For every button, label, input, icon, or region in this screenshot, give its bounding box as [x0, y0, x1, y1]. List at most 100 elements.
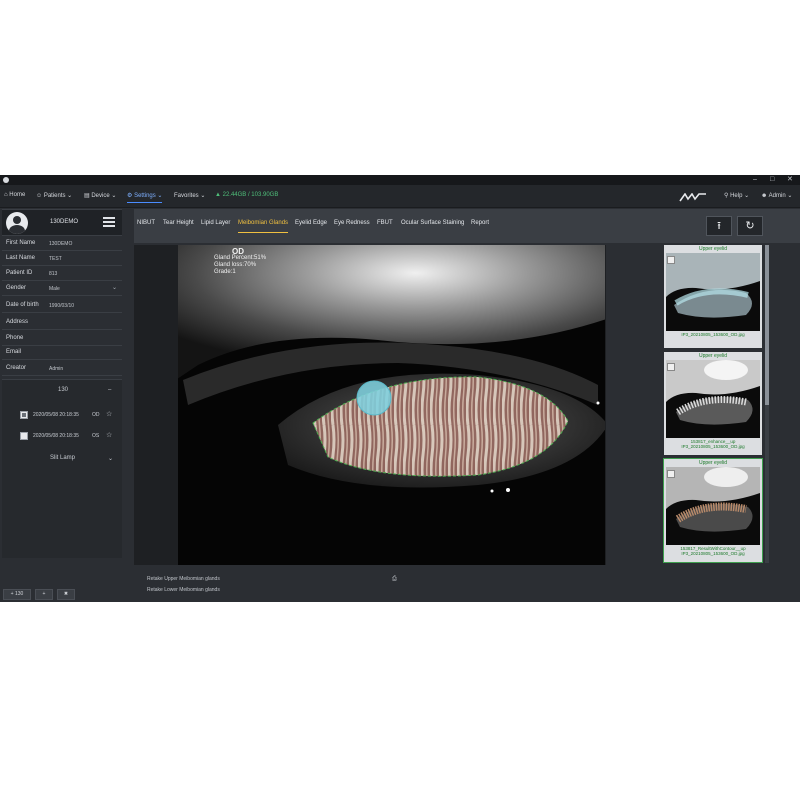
field-label: Creator [6, 365, 27, 371]
gear-icon: ⚙ [127, 193, 133, 199]
star-icon[interactable]: ☆ [106, 431, 112, 439]
exam-checkbox[interactable] [20, 411, 28, 419]
field-value[interactable]: 1990/03/10 [49, 303, 74, 309]
refresh-button[interactable]: ↻ [737, 216, 763, 236]
thumbnail-filename: IP3_20210805_153600_OD.jpg [681, 332, 745, 337]
tab-meibomian-glands[interactable]: Meibomian Glands [238, 220, 289, 233]
add-button[interactable]: + [35, 589, 53, 600]
field-label: Patient ID [6, 270, 33, 276]
thumbnail-item[interactable]: Upper eyelid 153817_enhance__up IP3_2021… [664, 352, 762, 455]
thumbnail-checkbox[interactable] [667, 470, 675, 478]
user-icon: ☻ [761, 193, 768, 199]
eye-label: OD [232, 247, 244, 256]
thumbnail-caption: Upper eyelid [698, 353, 728, 359]
hamburger-menu-icon[interactable] [103, 217, 115, 227]
menu-user[interactable]: ☻ Admin ⌄ [761, 192, 792, 199]
meibography-image[interactable]: OD Gland Percent:51% Gland loss:70% Grad… [178, 245, 605, 565]
retake-lower-link[interactable]: Retake Lower Meibomian glands [147, 587, 220, 593]
chevron-down-icon[interactable]: ⌄ [112, 284, 117, 291]
field-label: Phone [6, 335, 24, 341]
thumbnail-checkbox[interactable] [667, 256, 675, 264]
collapse-icon[interactable]: – [108, 387, 111, 393]
delete-button[interactable]: ✖ [57, 589, 75, 600]
brand-logo-icon [679, 193, 706, 202]
patient-field-date-of-birth[interactable]: Date of birth 1990/03/10 [2, 298, 122, 313]
close-button[interactable]: ✕ [787, 175, 793, 185]
minimize-button[interactable]: – [753, 175, 757, 185]
menu-help-label: Help [730, 193, 743, 199]
field-value[interactable]: TEST [49, 256, 62, 262]
tab-nibut[interactable]: NIBUT [137, 220, 155, 226]
exam-row[interactable]: 2020/05/08 20:18:35 OD ☆ [20, 411, 120, 423]
field-label: Address [6, 319, 29, 325]
maximize-button[interactable]: □ [770, 175, 774, 185]
menu-patients[interactable]: ☺ Patients ⌄ [36, 192, 72, 199]
patient-field-phone[interactable]: Phone [2, 331, 122, 346]
patient-header: 130DEMO [2, 209, 122, 236]
exam-eye: OD [92, 412, 100, 418]
gland-grade: Grade:1 [214, 269, 236, 275]
patient-field-gender[interactable]: Gender Male ⌄ [2, 281, 122, 296]
chevron-down-icon: ⌄ [200, 193, 206, 199]
exam-checkbox[interactable] [20, 432, 28, 440]
chevron-down-icon: ⌄ [744, 193, 750, 199]
menu-favorites[interactable]: Favorites ⌄ [174, 192, 205, 199]
field-value[interactable]: Male [49, 286, 60, 292]
tab-report[interactable]: Report [471, 220, 489, 226]
field-value[interactable]: 813 [49, 271, 57, 277]
print-icon[interactable]: ⎙ [392, 576, 397, 583]
thumbnail-checkbox[interactable] [667, 363, 675, 371]
exam-row[interactable]: 2020/05/08 20:18:35 OS ☆ [20, 432, 120, 444]
thumbnail-image[interactable] [666, 467, 760, 545]
menu-home[interactable]: ⌂ Home [4, 192, 25, 198]
chevron-down-icon: ⌄ [108, 456, 114, 462]
menu-settings[interactable]: ⚙ Settings ⌄ [127, 192, 163, 203]
app-logo-icon [3, 177, 9, 183]
patient-field-patient-id[interactable]: Patient ID 813 [2, 266, 122, 281]
device-icon: ▤ [84, 193, 90, 199]
menu-patients-label: Patients [43, 193, 66, 199]
storage-icon: ▲ [215, 192, 221, 198]
menu-help[interactable]: ⚲ Help ⌄ [724, 192, 749, 199]
thumbnail-list: Upper eyelid IP3_20210805_153600_OD.jpg … [663, 245, 764, 563]
tab-eyelid-edge[interactable]: Eyelid Edge [295, 220, 327, 226]
gland-loss: Gland loss:70% [214, 262, 257, 268]
exam-group-label: 130 [58, 387, 69, 393]
field-value[interactable]: 130DEMO [49, 241, 72, 247]
tab-ocular-surface-staining[interactable]: Ocular Surface Staining [401, 220, 464, 226]
image-viewer[interactable]: OD Gland Percent:51% Gland loss:70% Grad… [134, 245, 606, 565]
thumbnail-image[interactable] [666, 360, 760, 438]
people-icon: ☺ [36, 193, 43, 199]
patient-panel: 130DEMO First Name 130DEMO Last Name TEST Pa… [0, 209, 124, 602]
exam-date: 2020/05/08 20:18:35 [33, 433, 79, 439]
thumbnail-item[interactable]: Upper eyelid IP3_20210805_153600_OD.jpg [664, 245, 762, 348]
patient-field-email[interactable]: Email [2, 345, 122, 360]
avatar [6, 212, 28, 234]
tab-lipid-layer[interactable]: Lipid Layer [201, 220, 230, 226]
thumbnail-item-selected[interactable]: Upper eyelid 153817_ResultWithContour__u… [663, 458, 763, 563]
patient-field-creator[interactable]: Creator Admin [2, 361, 122, 376]
patient-field-last-name[interactable]: Last Name TEST [2, 251, 122, 266]
tab-eye-redness[interactable]: Eye Redness [334, 220, 370, 226]
exam-date: 2020/05/08 20:18:35 [33, 412, 79, 418]
menu-bar: ⌂ Home ☺ Patients ⌄ ▤ Device ⌄ ⚙ Setting… [0, 185, 800, 208]
gland-percent: Gland Percent:51% [214, 255, 267, 261]
exam-list: 130 – 2020/05/08 20:18:35 OD ☆ 2020/05/0… [2, 379, 122, 558]
tab-tear-height[interactable]: Tear Height [163, 220, 194, 226]
retake-upper-link[interactable]: Retake Upper Meibomian glands [147, 576, 220, 582]
tab-fbut[interactable]: FBUT [377, 220, 393, 226]
thumbnail-filename: 153817_enhance__up IP3_20210805_153600_O… [681, 439, 745, 449]
thumbnail-scrollbar[interactable] [765, 245, 769, 563]
patient-field-address[interactable]: Address [2, 315, 122, 330]
menu-home-label: Home [9, 192, 26, 198]
thumbnail-image[interactable] [666, 253, 760, 331]
field-label: Email [6, 349, 22, 355]
menu-device[interactable]: ▤ Device ⌄ [84, 192, 116, 199]
field-value[interactable]: Admin [49, 366, 63, 372]
chevron-down-icon: ⌄ [787, 193, 793, 199]
patient-field-first-name[interactable]: First Name 130DEMO [2, 236, 122, 251]
star-icon[interactable]: ☆ [106, 410, 112, 418]
upload-button[interactable]: ⭱ [706, 216, 732, 236]
add-exam-button[interactable]: + 130 [3, 589, 31, 600]
menu-device-label: Device [91, 193, 110, 199]
